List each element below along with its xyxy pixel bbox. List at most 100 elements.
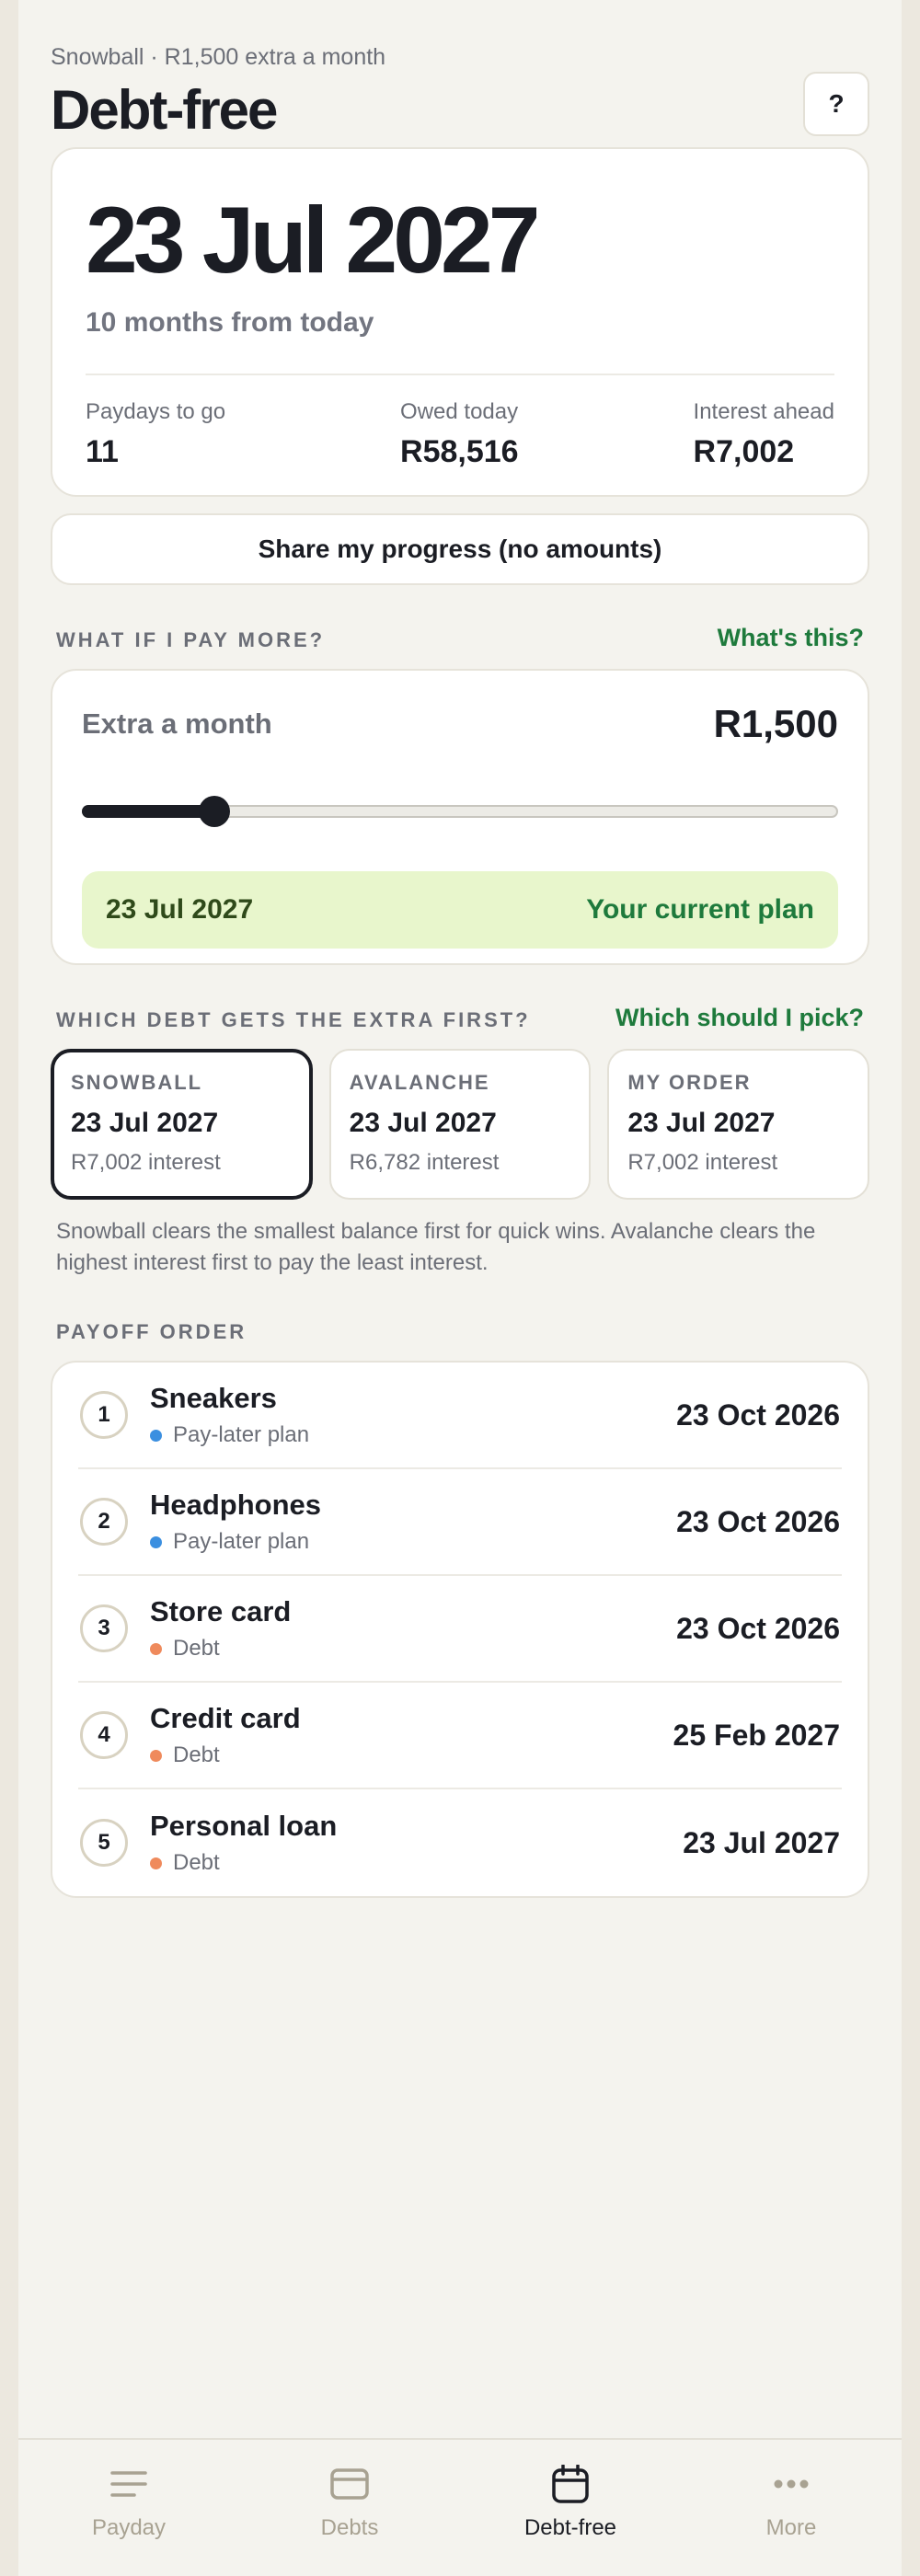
- debt-name: Credit card: [150, 1702, 301, 1735]
- stat-value: 11: [86, 434, 119, 469]
- debt-info: Personal loan Debt: [150, 1810, 683, 1876]
- debt-name: Personal loan: [150, 1810, 338, 1843]
- payoff-row[interactable]: 3 Store card Debt 23 Oct 2026: [78, 1576, 842, 1684]
- payoff-section-title: PAYOFF ORDER: [56, 1320, 247, 1344]
- debt-kind: Pay-later plan: [150, 1422, 676, 1448]
- debt-free-date: 23 Jul 2027: [86, 188, 540, 293]
- whats-this-link[interactable]: What's this?: [718, 624, 864, 652]
- debt-kind: Debt: [150, 1636, 676, 1662]
- stat-interest: Interest ahead R7,002: [694, 399, 834, 470]
- result-date: 23 Jul 2027: [106, 894, 254, 925]
- slider-thumb[interactable]: [198, 796, 230, 827]
- what-if-section-header: WHAT IF I PAY MORE? What's this?: [51, 624, 869, 652]
- debt-name: Sneakers: [150, 1382, 277, 1415]
- kind-dot-icon: [150, 1535, 162, 1548]
- debt-info: Headphones Pay-later plan: [150, 1489, 676, 1555]
- current-plan-tag: Your current plan: [586, 894, 814, 925]
- months-from-today: 10 months from today: [86, 307, 374, 338]
- strategy-explanation: Snowball clears the smallest balance fir…: [56, 1219, 816, 1275]
- payoff-date: 23 Oct 2026: [676, 1611, 840, 1645]
- stat-label: Owed today: [400, 399, 519, 424]
- bottom-nav: Payday Debts Debt-free More: [18, 2438, 902, 2576]
- app-screen: Snowball · R1,500 extra a month Debt-fre…: [18, 0, 902, 2576]
- debt-kind: Pay-later plan: [150, 1529, 676, 1555]
- order-number: 3: [80, 1604, 128, 1653]
- strategy-my-order[interactable]: MY ORDER 23 Jul 2027 R7,002 interest: [607, 1049, 870, 1200]
- plan-result-banner: 23 Jul 2027 Your current plan: [82, 871, 838, 949]
- dots-icon: [773, 2464, 810, 2504]
- payoff-row[interactable]: 1 Sneakers Pay-later plan 23 Oct 2026: [78, 1363, 842, 1470]
- strategy-name: MY ORDER: [627, 1071, 752, 1094]
- extra-amount-slider[interactable]: [82, 796, 838, 827]
- kind-dot-icon: [150, 1642, 162, 1655]
- strategy-name: AVALANCHE: [349, 1071, 490, 1094]
- debt-free-summary-card: 23 Jul 2027 10 months from today Paydays…: [51, 147, 869, 497]
- nav-more[interactable]: More: [681, 2440, 902, 2576]
- debt-info: Credit card Debt: [150, 1702, 673, 1768]
- nav-debt-free[interactable]: Debt-free: [460, 2440, 681, 2576]
- order-number: 4: [80, 1711, 128, 1760]
- strategy-date: 23 Jul 2027: [627, 1108, 776, 1138]
- payoff-date: 23 Oct 2026: [676, 1397, 840, 1432]
- order-number: 1: [80, 1391, 128, 1440]
- page-title: Debt-free: [51, 79, 278, 141]
- nav-label: More: [765, 2515, 817, 2540]
- nav-label: Debts: [320, 2515, 379, 2540]
- which-pick-link[interactable]: Which should I pick?: [615, 1004, 864, 1032]
- debt-name: Headphones: [150, 1489, 322, 1522]
- payoff-row[interactable]: 4 Credit card Debt 25 Feb 2027: [78, 1683, 842, 1790]
- section-title: WHICH DEBT GETS THE EXTRA FIRST?: [56, 1008, 531, 1031]
- debt-kind-label: Debt: [173, 1850, 220, 1876]
- summary-stats: Paydays to go 11 Owed today R58,516 Inte…: [86, 399, 834, 470]
- extra-row: Extra a month R1,500: [82, 702, 838, 746]
- order-number: 2: [80, 1498, 128, 1547]
- extra-label: Extra a month: [82, 707, 272, 740]
- debt-kind: Debt: [150, 1742, 673, 1768]
- strategy-date: 23 Jul 2027: [349, 1108, 497, 1138]
- stat-paydays: Paydays to go 11: [86, 399, 225, 470]
- nav-payday[interactable]: Payday: [18, 2440, 239, 2576]
- stat-value: R58,516: [400, 434, 519, 469]
- payoff-date: 25 Feb 2027: [673, 1718, 840, 1752]
- divider: [86, 374, 834, 375]
- lines-icon: [110, 2464, 147, 2504]
- slider-fill: [82, 805, 214, 818]
- strategy-avalanche[interactable]: AVALANCHE 23 Jul 2027 R6,782 interest: [328, 1049, 592, 1200]
- strategy-options: SNOWBALL 23 Jul 2027 R7,002 interest AVA…: [51, 1049, 870, 1200]
- plan-subtitle: Snowball · R1,500 extra a month: [51, 44, 386, 70]
- strategy-interest: R7,002 interest: [627, 1150, 778, 1175]
- strategy-date: 23 Jul 2027: [71, 1108, 219, 1138]
- calendar-icon: [552, 2464, 589, 2504]
- debt-kind-label: Pay-later plan: [173, 1529, 310, 1555]
- payoff-date: 23 Oct 2026: [676, 1504, 840, 1538]
- payoff-order-list: 1 Sneakers Pay-later plan 23 Oct 2026 2 …: [51, 1361, 869, 1899]
- debt-kind-label: Pay-later plan: [173, 1422, 310, 1448]
- kind-dot-icon: [150, 1429, 162, 1442]
- card-icon: [330, 2464, 369, 2504]
- debt-info: Store card Debt: [150, 1595, 676, 1662]
- nav-debts[interactable]: Debts: [239, 2440, 460, 2576]
- kind-dot-icon: [150, 1857, 162, 1869]
- stat-label: Paydays to go: [86, 399, 226, 424]
- strategy-snowball[interactable]: SNOWBALL 23 Jul 2027 R7,002 interest: [51, 1049, 313, 1200]
- debt-name: Store card: [150, 1595, 292, 1628]
- section-title: WHAT IF I PAY MORE?: [56, 628, 326, 651]
- share-progress-button[interactable]: Share my progress (no amounts): [51, 513, 869, 585]
- extra-amount: R1,500: [713, 702, 838, 745]
- stat-label: Interest ahead: [693, 399, 834, 424]
- nav-label: Payday: [91, 2515, 167, 2540]
- strategy-section-header: WHICH DEBT GETS THE EXTRA FIRST? Which s…: [51, 1004, 869, 1032]
- strategy-name: SNOWBALL: [71, 1071, 203, 1094]
- extra-payment-card: Extra a month R1,500 23 Jul 2027 Your cu…: [51, 669, 869, 965]
- kind-dot-icon: [150, 1749, 162, 1762]
- debt-info: Sneakers Pay-later plan: [150, 1382, 676, 1448]
- stat-value: R7,002: [693, 434, 795, 469]
- help-button[interactable]: ?: [803, 72, 869, 136]
- payoff-row[interactable]: 5 Personal loan Debt 23 Jul 2027: [78, 1789, 842, 1896]
- debt-kind: Debt: [150, 1850, 683, 1876]
- payoff-row[interactable]: 2 Headphones Pay-later plan 23 Oct 2026: [78, 1469, 842, 1577]
- strategy-interest: R7,002 interest: [71, 1150, 221, 1175]
- debt-kind-label: Debt: [173, 1742, 220, 1768]
- payoff-date: 23 Jul 2027: [683, 1825, 840, 1859]
- main-content: Snowball · R1,500 extra a month Debt-fre…: [18, 0, 902, 1899]
